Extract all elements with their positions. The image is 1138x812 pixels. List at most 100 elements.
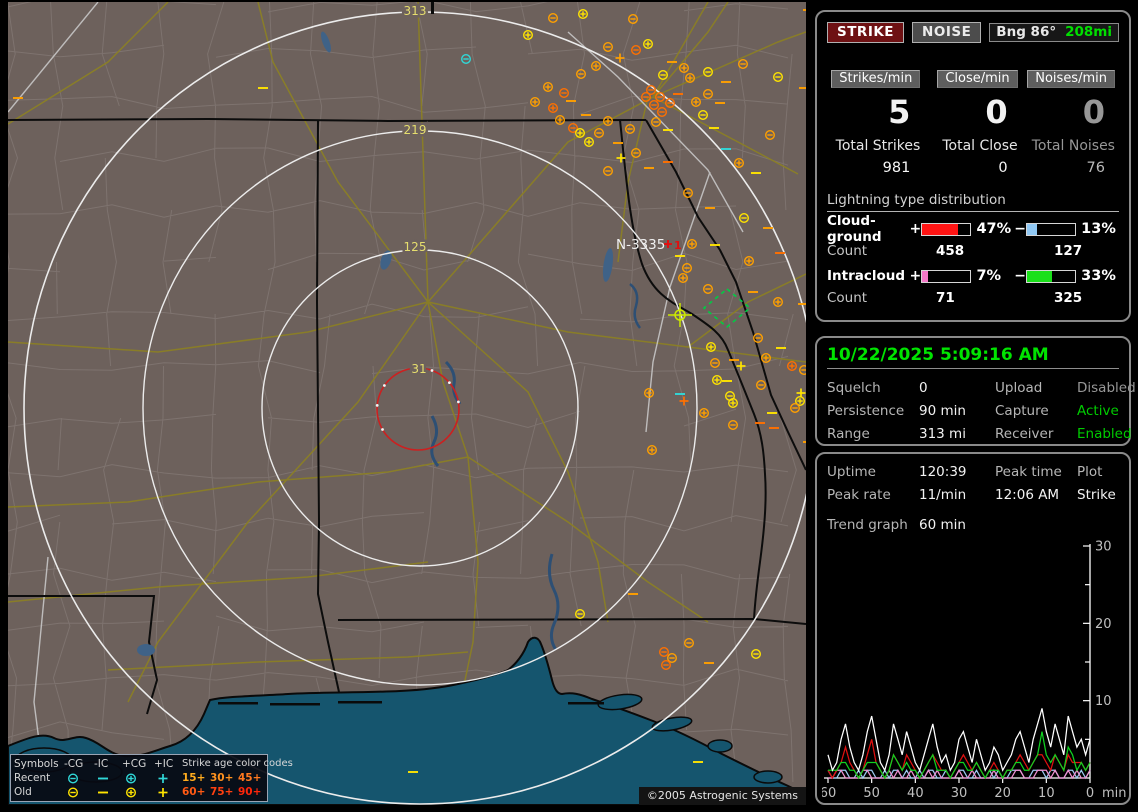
- ic-plus-percent: 7%: [976, 268, 1002, 284]
- svg-text:30: 30: [951, 786, 968, 801]
- trend-graph-label: Trend graph: [827, 517, 908, 533]
- peak-time-label: Peak time: [995, 464, 1062, 480]
- noises-per-min-chip: Noises/min: [1027, 70, 1115, 88]
- legend-col-cg-plus: +CG: [122, 758, 147, 770]
- cloud-ground-count-row: Count 458 127: [827, 243, 1119, 259]
- legend-row-old: Old 60+ 75+ 90+: [14, 785, 264, 799]
- north-marker: [431, 2, 434, 14]
- rate-columns: Strikes/min 5 Total Strikes 981 Close/mi…: [827, 67, 1119, 176]
- svg-text:min: min: [1102, 786, 1127, 801]
- total-strikes-value: 981: [882, 160, 911, 176]
- legend-header-row: Symbols -CG -IC +CG +IC Strike age color…: [14, 757, 293, 771]
- svg-text:60: 60: [822, 786, 836, 801]
- svg-text:10: 10: [1095, 694, 1112, 709]
- intracloud-label: Intracloud: [827, 268, 906, 284]
- svg-text:20: 20: [1095, 617, 1112, 632]
- legend-col-ic-minus: -IC: [94, 758, 109, 770]
- svg-text:20: 20: [994, 786, 1011, 801]
- legend-symbols-label: Symbols: [14, 758, 59, 770]
- legend-rows: Recent 15+ 30+ 45+ Old 60+ 75+ 90+: [14, 771, 264, 799]
- uptime-grid: Uptime 120:39 Peak time Plot Peak rate 1…: [827, 464, 1119, 503]
- intracloud-row: Intracloud + 7% − 33%: [827, 263, 1119, 289]
- total-strikes-label: Total Strikes: [835, 138, 921, 154]
- svg-text:30: 30: [1095, 540, 1112, 555]
- svg-text:40: 40: [907, 786, 924, 801]
- legend-cp-symbol-icon: [122, 771, 154, 785]
- total-noises-label: Total Noises: [1031, 138, 1115, 154]
- strikes-per-min-value: 5: [888, 93, 911, 131]
- minus-sign: −: [1014, 221, 1026, 237]
- cg-minus-bar: [1026, 222, 1077, 236]
- range-value: 313 mi: [919, 426, 966, 442]
- persistence-value: 90 min: [919, 403, 966, 419]
- receiver-status: Enabled: [1077, 426, 1132, 442]
- lightning-map[interactable]: 313 219 125 31 N-3335 1 Symbols -CG -IC …: [8, 2, 806, 805]
- intracloud-count-row: Count 71 325: [827, 290, 1119, 306]
- status-panel: 10/22/2025 5:09:16 AM Squelch 0 Upload D…: [815, 336, 1136, 446]
- svg-text:50: 50: [863, 786, 880, 801]
- plot-mode-value: Strike: [1077, 487, 1116, 503]
- ic-plus-count: 71: [936, 290, 955, 306]
- receiver-label: Receiver: [995, 426, 1054, 442]
- uptime-label: Uptime: [827, 464, 876, 480]
- plus-sign: +: [909, 221, 922, 237]
- persistence-label: Persistence: [827, 403, 905, 419]
- legend-cm-symbol-icon: [64, 771, 94, 785]
- strike-mode-button[interactable]: STRIKE: [827, 22, 905, 43]
- noise-mode-button[interactable]: NOISE: [912, 22, 982, 43]
- cloud-ground-row: Cloud-ground + 47% − 13%: [827, 213, 1119, 245]
- mode-button-row: STRIKE NOISE Bng 86° 208mi: [827, 22, 1119, 43]
- ic-minus-count: 325: [1054, 290, 1083, 306]
- count-label: Count: [827, 290, 868, 306]
- bearing-distance: 208mi: [1065, 24, 1112, 40]
- cloud-ground-label: Cloud-ground: [827, 213, 882, 245]
- legend-age-15+: 15+: [182, 772, 206, 784]
- ring-label-31: 31: [411, 362, 426, 376]
- strikes-per-min-chip: Strikes/min: [831, 70, 921, 88]
- trend-panel: Uptime 120:39 Peak time Plot Peak rate 1…: [815, 452, 1131, 805]
- capture-status: Active: [1077, 403, 1119, 419]
- map-canvas[interactable]: 313 219 125 31 N-3335 1: [8, 2, 806, 805]
- legend-age-75+: 75+: [210, 786, 234, 798]
- ic-plus-bar: [921, 269, 972, 283]
- legend-age-title: Strike age color codes: [182, 758, 293, 769]
- legend-age-30+: 30+: [210, 772, 234, 784]
- total-close-value: 0: [998, 160, 1008, 176]
- copyright-text: ©2005 Astrogenic Systems: [638, 787, 806, 805]
- minus-sign: −: [1014, 268, 1026, 284]
- noises-column: Noises/min 0 Total Noises 76: [1022, 67, 1119, 176]
- capture-label: Capture: [995, 403, 1049, 419]
- counters-panel: STRIKE NOISE Bng 86° 208mi Strikes/min 5…: [815, 10, 1131, 322]
- bay: [707, 739, 733, 753]
- trend-chart: 10 20 30 60 50 40 30 20 10 0 min: [822, 540, 1127, 802]
- ring-label-125: 125: [404, 240, 427, 254]
- lake: [137, 644, 155, 656]
- ring-label-219: 219: [404, 123, 427, 137]
- datetime-display: 10/22/2025 5:09:16 AM: [827, 345, 1119, 369]
- cg-plus-bar: [921, 222, 972, 236]
- bay: [753, 770, 783, 784]
- peak-rate-label: Peak rate: [827, 487, 891, 503]
- legend-col-ic-plus: +IC: [154, 758, 174, 770]
- noises-per-min-value: 0: [1082, 93, 1105, 131]
- upload-label: Upload: [995, 380, 1043, 396]
- legend-p-symbol-icon: [154, 771, 182, 785]
- symbol-legend: Symbols -CG -IC +CG +IC Strike age color…: [10, 754, 293, 802]
- close-per-min-value: 0: [985, 93, 1008, 131]
- plot-label: Plot: [1077, 464, 1103, 480]
- legend-age-90+: 90+: [238, 786, 262, 798]
- uptime-value: 120:39: [919, 464, 967, 480]
- legend-age-60+: 60+: [182, 786, 206, 798]
- squelch-label: Squelch: [827, 380, 881, 396]
- cell-badge: 1: [674, 239, 682, 252]
- strikes-column: Strikes/min 5 Total Strikes 981: [827, 67, 924, 176]
- total-close-label: Total Close: [942, 138, 1018, 154]
- cg-minus-count: 127: [1054, 243, 1083, 259]
- trend-window-value: 60 min: [919, 517, 966, 533]
- svg-text:0: 0: [1086, 786, 1094, 801]
- peak-rate-value: 11/min: [919, 487, 967, 503]
- plus-sign: +: [909, 268, 922, 284]
- ic-minus-bar: [1026, 269, 1077, 283]
- svg-text:10: 10: [1038, 786, 1055, 801]
- app-window: 313 219 125 31 N-3335 1 Symbols -CG -IC …: [0, 0, 1138, 812]
